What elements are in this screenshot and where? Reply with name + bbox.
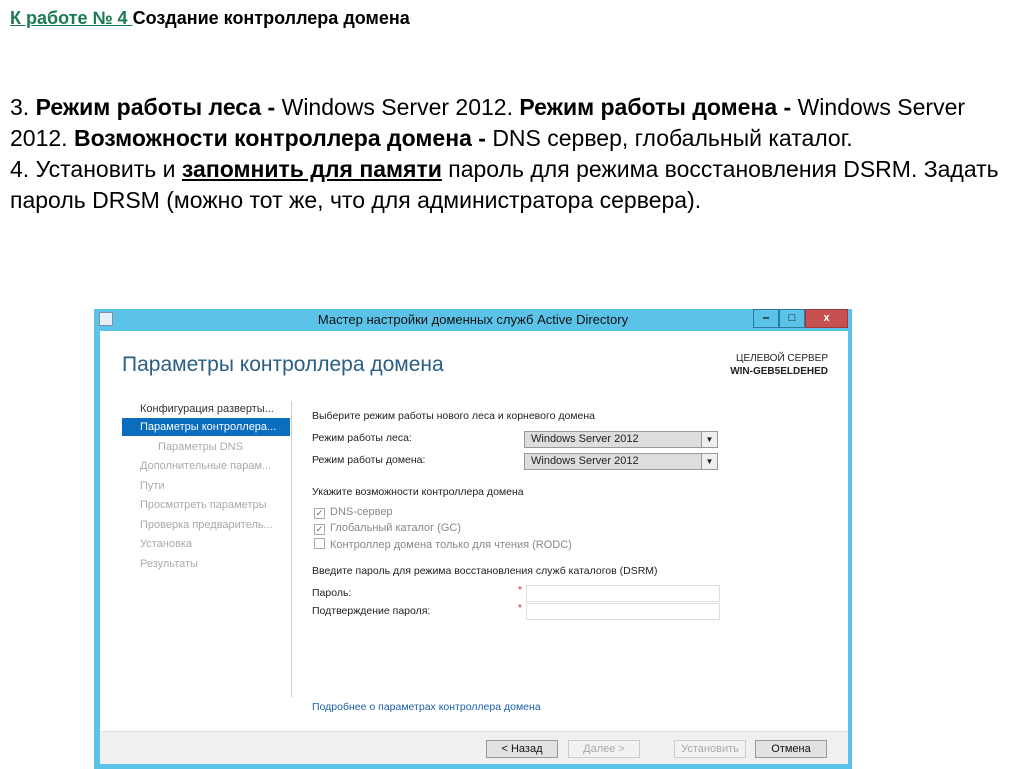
checkbox-global-catalog[interactable]: ✓ Глобальный каталог (GC) [314, 522, 461, 535]
checkbox-dns-server[interactable]: ✓ DNS-сервер [314, 506, 393, 519]
page-title: Параметры контроллера домена [122, 353, 444, 376]
nav-deployment-config[interactable]: Конфигурация разверты... [122, 400, 290, 418]
heading-text: Создание контроллера домена [132, 8, 410, 28]
maximize-button[interactable]: □ [779, 309, 805, 328]
domain-level-label: Режим работы домена: [312, 454, 426, 466]
target-label: ЦЕЛЕВОЙ СЕРВЕР [736, 353, 828, 364]
text: Режим работы домена - [519, 94, 798, 120]
checkbox-rodc[interactable]: Контроллер домена только для чтения (ROD… [314, 538, 572, 551]
nav-dns-options[interactable]: Параметры DNS [122, 438, 290, 456]
chevron-down-icon: ▼ [701, 454, 717, 469]
checkbox-label: Глобальный каталог (GC) [330, 522, 462, 534]
confirm-password-label: Подтверждение пароля: [312, 605, 431, 617]
nav-review[interactable]: Просмотреть параметры [122, 496, 290, 514]
required-mark: * [518, 585, 522, 596]
forest-level-value: Windows Server 2012 [531, 433, 639, 445]
required-mark: * [518, 603, 522, 614]
forest-level-label: Режим работы леса: [312, 432, 412, 444]
text: Режим работы леса - [35, 94, 282, 120]
heading-link[interactable]: К работе № 4 [10, 8, 133, 28]
minimize-button[interactable]: ‒ [753, 309, 779, 328]
wizard-client: Параметры контроллера домена ЦЕЛЕВОЙ СЕР… [100, 331, 848, 764]
nav-additional-options[interactable]: Дополнительные парам... [122, 457, 290, 475]
install-button[interactable]: Установить [674, 740, 746, 758]
target-server-name: WIN-GEB5ELDEHED [730, 366, 828, 377]
text: Windows Server 2012. [281, 94, 520, 120]
slide-body: 3. Режим работы леса - Windows Server 20… [10, 92, 1010, 216]
nav-install[interactable]: Установка [122, 535, 290, 553]
chevron-down-icon: ▼ [701, 432, 717, 447]
checkbox-label: Контроллер домена только для чтения (ROD… [330, 539, 572, 551]
check-icon: ✓ [314, 524, 325, 535]
forest-level-select[interactable]: Windows Server 2012 ▼ [524, 431, 718, 448]
text: 3. [10, 94, 36, 120]
title-bar[interactable]: Мастер настройки доменных служб Active D… [94, 309, 852, 331]
slide-heading: К работе № 4 Создание контроллера домена [10, 8, 410, 29]
back-button[interactable]: < Назад [486, 740, 558, 758]
checkbox-label: DNS-сервер [330, 506, 393, 518]
check-icon: ✓ [314, 508, 325, 519]
more-info-link[interactable]: Подробнее о параметрах контроллера домен… [312, 701, 541, 713]
domain-level-select[interactable]: Windows Server 2012 ▼ [524, 453, 718, 470]
section-functional-level: Выберите режим работы нового леса и корн… [312, 410, 595, 422]
cancel-button[interactable]: Отмена [755, 740, 827, 758]
nav-prereq[interactable]: Проверка предваритель... [122, 516, 290, 534]
close-button[interactable]: x [805, 309, 848, 328]
target-server: ЦЕЛЕВОЙ СЕРВЕР WIN-GEB5ELDEHED [730, 352, 828, 378]
domain-level-value: Windows Server 2012 [531, 455, 639, 467]
window-title: Мастер настройки доменных служб Active D… [317, 312, 629, 327]
nav-paths[interactable]: Пути [122, 477, 290, 495]
section-dsrm: Введите пароль для режима восстановления… [312, 565, 658, 577]
text: 4. Установить и [10, 156, 182, 182]
text: DNS сервер, глобальный каталог. [492, 125, 853, 151]
divider [291, 401, 292, 697]
button-bar: < Назад Далее > Установить Отмена [100, 731, 848, 764]
next-button[interactable]: Далее > [568, 740, 640, 758]
confirm-password-input[interactable] [526, 603, 720, 620]
nav-dc-options[interactable]: Параметры контроллера... [122, 418, 290, 436]
section-capabilities: Укажите возможности контроллера домена [312, 486, 524, 498]
text: Возможности контроллера домена - [73, 125, 493, 151]
wizard-window: Мастер настройки доменных служб Active D… [94, 309, 852, 769]
checkbox-box [314, 538, 325, 549]
text: запомнить для памяти [181, 156, 442, 182]
password-label: Пароль: [312, 587, 352, 599]
password-input[interactable] [526, 585, 720, 602]
nav-results[interactable]: Результаты [122, 555, 290, 573]
